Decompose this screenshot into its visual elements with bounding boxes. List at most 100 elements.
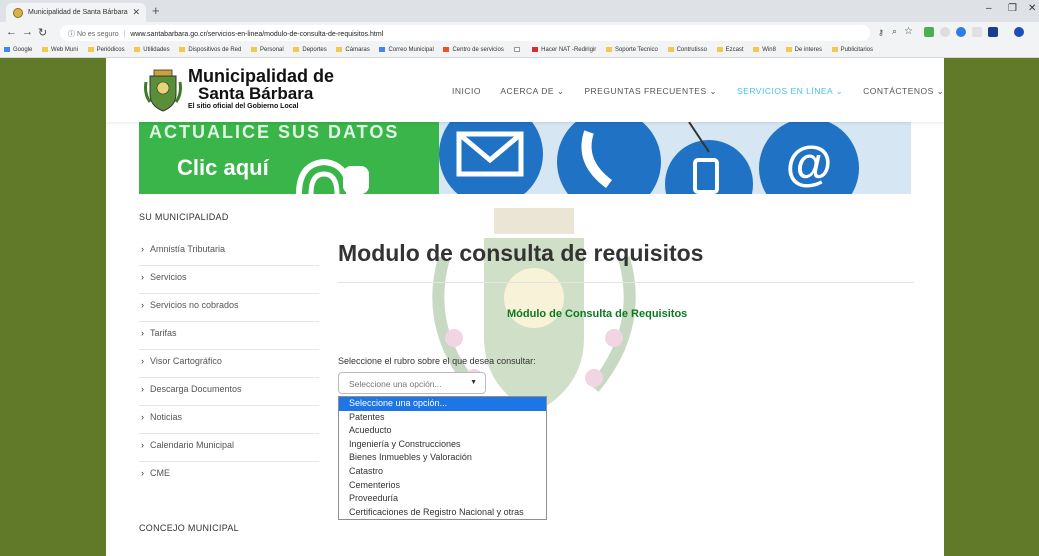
folder-icon <box>785 47 792 52</box>
chevron-right-icon: › <box>141 468 144 478</box>
sidebar-item-visor-cartografico[interactable]: › Visor Cartográfico <box>139 350 319 378</box>
address-bar: ← → ↻ ⓘ No es seguro | www.santabarbara.… <box>0 22 1039 44</box>
page-icon <box>513 47 520 52</box>
bookmark-item[interactable]: Cámaras <box>336 47 370 53</box>
option-proveeduria[interactable]: Proveeduría <box>339 492 546 506</box>
key-icon[interactable]: ⚷ <box>878 28 884 37</box>
option-acueducto[interactable]: Acueducto <box>339 424 546 438</box>
page-title: Modulo de consulta de requisitos <box>338 240 704 266</box>
bookmark-item[interactable]: Personal <box>251 47 284 53</box>
sidebar-item-tarifas[interactable]: › Tarifas <box>139 322 319 350</box>
close-tab-icon[interactable]: ✕ <box>132 7 140 18</box>
sidebar-item-cme[interactable]: › CME <box>139 462 319 490</box>
bookmark-item[interactable]: Publicitarios <box>831 47 873 53</box>
extension-icon[interactable] <box>956 27 966 37</box>
option-cementerios[interactable]: Cementerios <box>339 479 546 493</box>
site-header: Municipalidad de Santa Bárbara El sitio … <box>106 58 944 122</box>
profile-avatar-icon[interactable] <box>1014 27 1024 37</box>
sidebar-item-servicios-no-cobrados[interactable]: › Servicios no cobrados <box>139 294 319 322</box>
bookmark-item[interactable]: Web Muni <box>42 47 78 53</box>
folder-icon <box>293 47 300 52</box>
dropdown-arrow-icon: ▼ <box>470 379 477 386</box>
bookmark-item[interactable]: De interes <box>785 47 822 53</box>
chevron-right-icon: › <box>141 412 144 422</box>
option-ingenieria[interactable]: Ingeniería y Construcciones <box>339 438 546 452</box>
page-background: Municipalidad de Santa Bárbara El sitio … <box>0 58 1039 556</box>
logo-title-line2[interactable]: Santa Bárbara <box>198 84 313 104</box>
not-secure-label: No es seguro <box>76 31 119 38</box>
folder-icon <box>42 47 49 52</box>
option-bienes-inmuebles[interactable]: Bienes Inmuebles y Valoración <box>339 451 546 465</box>
zoom-icon[interactable]: ⌕ <box>892 26 897 37</box>
sidebar-item-descarga-documentos[interactable]: › Descarga Documentos <box>139 378 319 406</box>
bookmark-item[interactable] <box>513 47 523 53</box>
option-patentes[interactable]: Patentes <box>339 411 546 425</box>
close-window-icon[interactable]: ✕ <box>1028 3 1036 14</box>
gmail-icon <box>532 47 539 52</box>
rubro-dropdown-list: Seleccione una opción... Patentes Acuedu… <box>338 396 547 521</box>
banner-contact-icons: @ <box>439 122 859 194</box>
touch-hand-icon <box>296 158 369 194</box>
sidebar-item-servicios[interactable]: › Servicios <box>139 266 319 294</box>
site-favicon-icon <box>13 8 23 18</box>
nav-preguntas-frecuentes[interactable]: PREGUNTAS FRECUENTES ⌄ <box>584 86 717 96</box>
update-data-banner[interactable]: ACTUALICE SUS DATOS Clic aquí @ <box>139 122 911 194</box>
nav-inicio[interactable]: INICIO <box>452 86 481 96</box>
minimize-icon[interactable]: – <box>986 3 992 14</box>
folder-icon <box>134 47 141 52</box>
banner-cta[interactable]: Clic aquí <box>177 155 269 181</box>
option-certificaciones[interactable]: Certificaciones de Registro Nacional y o… <box>339 506 546 520</box>
option-seleccione[interactable]: Seleccione una opción... <box>339 397 546 411</box>
bookmark-item[interactable]: Ezcast <box>716 47 744 53</box>
bookmark-item[interactable]: Deportes <box>293 47 327 53</box>
browser-tabbar: Municipalidad de Santa Bárbara ✕ + – ❐ ✕ <box>0 0 1039 22</box>
microsoft-icon <box>443 47 450 52</box>
bookmark-star-icon[interactable]: ☆ <box>904 26 913 37</box>
info-icon[interactable]: ⓘ <box>68 31 75 38</box>
extension-icon[interactable] <box>940 27 950 37</box>
nav-servicios-en-linea[interactable]: SERVICIOS EN LÍNEA ⌄ <box>737 86 843 96</box>
new-tab-button[interactable]: + <box>152 3 160 18</box>
bookmark-item[interactable]: Utilidades <box>134 47 170 53</box>
restore-icon[interactable]: ❐ <box>1008 3 1017 14</box>
reload-icon[interactable]: ↻ <box>38 26 47 39</box>
bookmark-item[interactable]: Centro de servicios <box>443 47 504 53</box>
folder-icon <box>87 47 94 52</box>
bookmark-item[interactable]: Soporte Tecnico <box>605 47 658 53</box>
bookmark-item[interactable]: Dispositivos de Red <box>179 47 241 53</box>
bookmark-item[interactable]: Correo Municipal <box>379 47 434 53</box>
nav-acerca-de[interactable]: ACERCA DE ⌄ <box>500 86 564 96</box>
folder-icon <box>716 47 723 52</box>
sidebar-item-noticias[interactable]: › Noticias <box>139 406 319 434</box>
sidebar-section-concejo: CONCEJO MUNICIPAL <box>139 523 239 533</box>
nav-contactenos[interactable]: CONTÁCTENOS ⌄ <box>863 86 944 96</box>
bookmark-item[interactable]: Google <box>4 47 32 53</box>
back-icon[interactable]: ← <box>6 26 17 38</box>
main-nav: INICIO ACERCA DE ⌄ PREGUNTAS FRECUENTES … <box>452 86 944 97</box>
sidebar-item-calendario-municipal[interactable]: › Calendario Municipal <box>139 434 319 462</box>
bookmark-item[interactable]: Contrutisso <box>667 47 707 53</box>
module-subtitle: Módulo de Consulta de Requisitos <box>507 308 688 320</box>
url-text: www.santabarbara.go.cr/servicios-en-line… <box>130 31 384 38</box>
folder-icon <box>667 47 674 52</box>
bookmarks-bar: Google Web Muni Periódicos Utilidades Di… <box>0 44 1039 58</box>
site-container: Municipalidad de Santa Bárbara El sitio … <box>106 58 944 556</box>
bookmark-item[interactable]: Hacer NAT -Redirigir <box>532 47 596 53</box>
sidebar-item-amnistia[interactable]: › Amnistía Tributaria <box>139 238 319 266</box>
chevron-right-icon: › <box>141 300 144 310</box>
url-field[interactable]: ⓘ No es seguro | www.santabarbara.go.cr/… <box>60 25 870 41</box>
banner-top-text: ACTUALICE SUS DATOS <box>149 122 400 142</box>
rubro-select[interactable]: Seleccione una opción... ▼ <box>338 372 486 394</box>
chevron-right-icon: › <box>141 356 144 366</box>
chevron-right-icon: › <box>141 244 144 254</box>
extension-icon[interactable] <box>972 27 982 37</box>
bookmark-item[interactable]: Periódicos <box>87 47 125 53</box>
option-catastro[interactable]: Catastro <box>339 465 546 479</box>
forward-icon[interactable]: → <box>22 26 33 38</box>
extension-icon[interactable] <box>988 27 998 37</box>
browser-tab[interactable]: Municipalidad de Santa Bárbara ✕ <box>6 3 146 22</box>
bookmark-item[interactable]: Win8 <box>753 47 776 53</box>
extension-icon[interactable] <box>924 27 934 37</box>
municipal-crest-icon[interactable] <box>144 68 182 112</box>
folder-icon <box>179 47 186 52</box>
